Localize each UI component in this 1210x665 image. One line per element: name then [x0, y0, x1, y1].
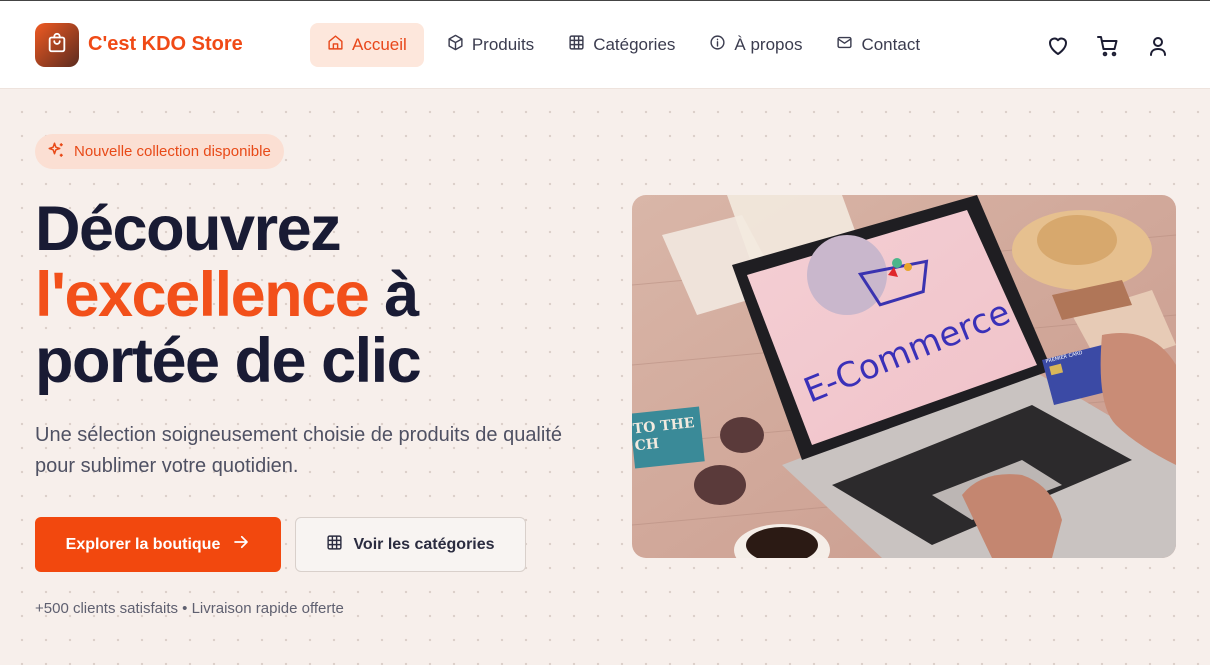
view-categories-label: Voir les catégories: [353, 535, 495, 553]
nav-item-contact[interactable]: Contact: [819, 23, 937, 67]
hero-title: Découvrez l'excellence à portée de clic: [35, 194, 422, 396]
new-collection-badge: Nouvelle collection disponible: [35, 134, 284, 169]
grid-icon: [568, 34, 585, 56]
nav-item-apropos[interactable]: À propos: [692, 23, 819, 67]
nav-label-produits: Produits: [471, 35, 535, 54]
nav-label-contact: Contact: [861, 35, 921, 54]
hero-title-line3: portée de clic: [35, 326, 422, 396]
grid-icon: [326, 534, 343, 556]
box-icon: [447, 34, 464, 56]
nav-label-categories: Catégories: [593, 35, 676, 54]
main-nav: Accueil Produits Catégories À propos Con…: [310, 23, 937, 67]
view-categories-button[interactable]: Voir les catégories: [295, 517, 526, 572]
header-actions: [1046, 34, 1170, 58]
info-icon: [709, 34, 726, 56]
hero-image: TO THE CH E-Commerce PREMIER CARD: [632, 195, 1176, 558]
hero-title-accent: l'excellence: [35, 260, 370, 330]
hero-subtitle: Une sélection soigneusement choisie de p…: [35, 424, 563, 477]
hero-title-after-accent: à: [384, 260, 419, 330]
sign-text-2: CH: [634, 436, 660, 454]
site-header: C'est KDO Store Accueil Produits Catégor…: [0, 1, 1210, 89]
cart-icon[interactable]: [1096, 34, 1120, 58]
badge-text: Nouvelle collection disponible: [74, 143, 271, 160]
mail-icon: [836, 34, 853, 56]
arrow-right-icon: [232, 533, 250, 556]
hero-stats: +500 clients satisfaits • Livraison rapi…: [35, 600, 344, 617]
sparkles-icon: [47, 141, 65, 163]
nav-label-apropos: À propos: [734, 35, 803, 54]
heart-icon[interactable]: [1046, 34, 1070, 58]
home-icon: [327, 34, 344, 56]
nav-item-accueil[interactable]: Accueil: [310, 23, 424, 67]
shopping-bag-icon: [46, 32, 68, 59]
user-icon[interactable]: [1146, 34, 1170, 58]
nav-item-categories[interactable]: Catégories: [551, 23, 692, 67]
nav-label-accueil: Accueil: [352, 35, 407, 54]
logo[interactable]: [35, 23, 79, 67]
brand-name[interactable]: C'est KDO Store: [88, 33, 243, 56]
nav-item-produits[interactable]: Produits: [430, 23, 551, 67]
explore-shop-button[interactable]: Explorer la boutique: [35, 517, 281, 572]
explore-shop-label: Explorer la boutique: [65, 535, 221, 553]
hero-title-line1: Découvrez: [35, 194, 342, 264]
